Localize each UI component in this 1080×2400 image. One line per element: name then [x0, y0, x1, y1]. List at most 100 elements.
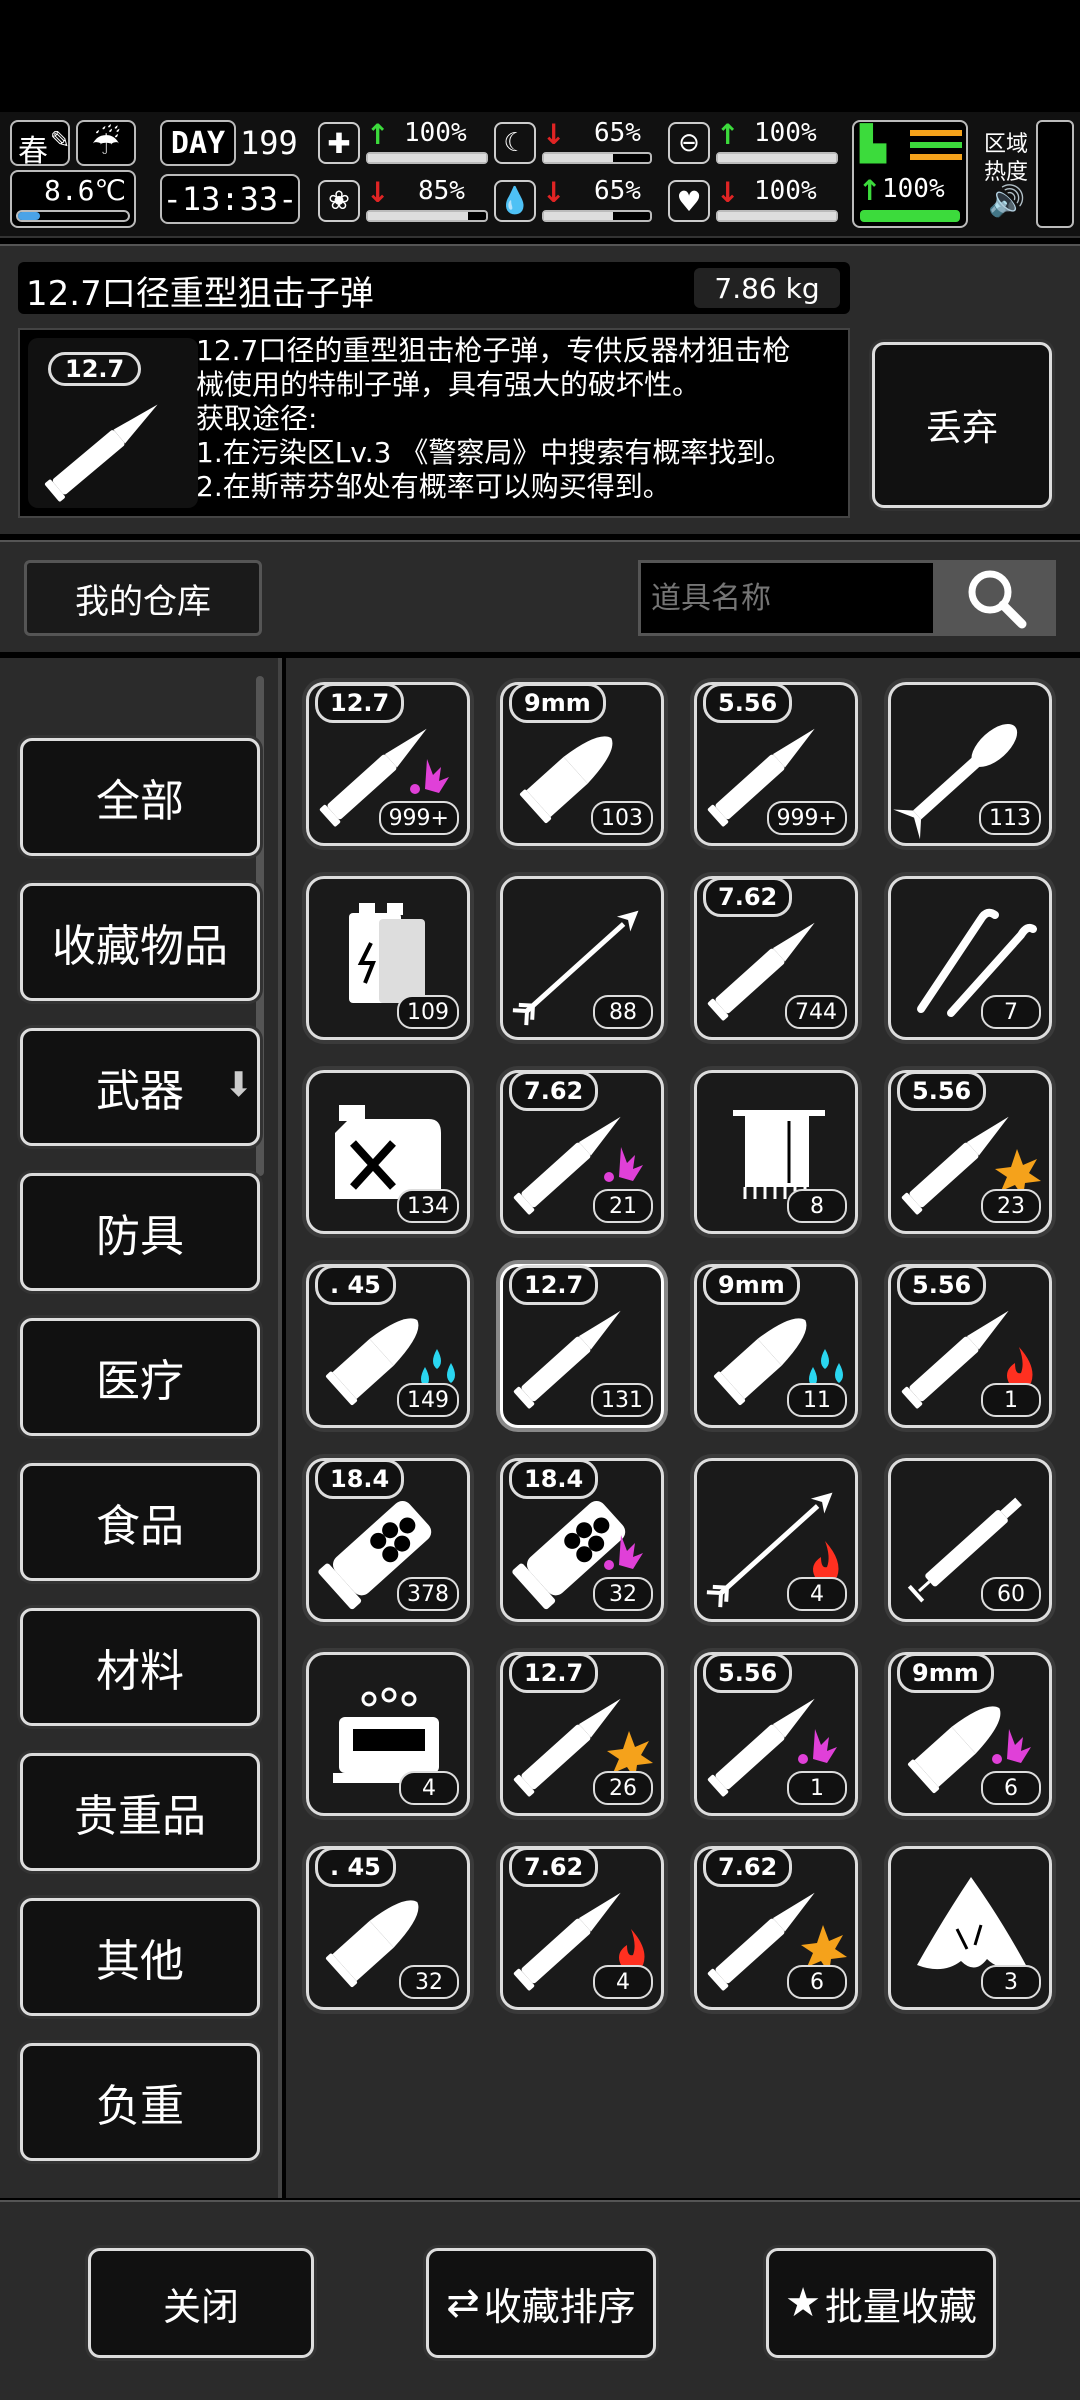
caliber-badge: 7.62	[703, 877, 793, 917]
caliber-badge: 7.62	[703, 1847, 793, 1887]
inventory-slot[interactable]: 4	[694, 1458, 858, 1622]
water-drop-icon: 💧	[494, 180, 536, 222]
category-button[interactable]: 防具	[20, 1173, 260, 1291]
inventory-slot[interactable]: 134	[306, 1070, 470, 1234]
description-line: 1.在污染区Lv.3 《警察局》中搜索有概率找到。	[196, 436, 793, 469]
category-label: 材料	[96, 1646, 184, 1697]
clock-box: -13:33-	[160, 174, 300, 224]
inventory-slot[interactable]: 113	[888, 682, 1052, 846]
inventory-slot[interactable]: 109	[306, 876, 470, 1040]
inventory-slot-selected[interactable]: 12.7 131	[500, 1264, 664, 1428]
inventory-slot[interactable]: 9mm 103	[500, 682, 664, 846]
inventory-slot[interactable]: 5.56 1	[694, 1652, 858, 1816]
item-count: 999+	[378, 801, 459, 835]
caliber-badge: . 45	[315, 1847, 396, 1887]
inventory-slot[interactable]: 18.4 378	[306, 1458, 470, 1622]
stat-bar	[716, 152, 838, 164]
inventory-slot[interactable]: 7	[888, 876, 1052, 1040]
caliber-badge: 12.7	[509, 1653, 599, 1693]
caliber-badge: 18.4	[315, 1459, 405, 1499]
batch-favorite-button[interactable]: ★ 批量收藏	[766, 2248, 996, 2358]
inventory-slot[interactable]: 7.62 4	[500, 1846, 664, 2010]
category-label: 食品	[96, 1501, 184, 1552]
search-input[interactable]	[638, 560, 936, 636]
item-count: 32	[399, 1965, 459, 1999]
category-button[interactable]: 负重	[20, 2043, 260, 2161]
weather-icon: ☔	[76, 120, 136, 166]
inventory-slot[interactable]: . 45 149	[306, 1264, 470, 1428]
stat-value: 100%	[404, 118, 467, 148]
inventory-slot[interactable]: 3	[888, 1846, 1052, 2010]
discard-button[interactable]: 丢弃	[872, 342, 1052, 508]
category-label: 收藏物品	[52, 921, 228, 972]
inventory-slot[interactable]: 12.7 26	[500, 1652, 664, 1816]
stat-bar	[366, 152, 488, 164]
caliber-badge: 18.4	[509, 1459, 599, 1499]
inventory-slot[interactable]: 9mm 11	[694, 1264, 858, 1428]
inventory-slot[interactable]: 8	[694, 1070, 858, 1234]
favorite-sort-button[interactable]: ⇄ 收藏排序	[426, 2248, 656, 2358]
category-label: 防具	[96, 1211, 184, 1262]
description-line: 获取途径:	[196, 402, 318, 435]
swap-arrows-icon: ⇄	[446, 2280, 480, 2326]
inventory-slot[interactable]: 12.7 999+	[306, 682, 470, 846]
day-label-box: DAY	[160, 120, 236, 166]
item-count: 8	[787, 1189, 847, 1223]
search-button[interactable]	[936, 560, 1056, 636]
item-count: 26	[593, 1771, 653, 1805]
category-label: 医疗	[96, 1356, 184, 1407]
stat-bar	[542, 210, 652, 222]
category-label: 全部	[96, 776, 184, 827]
item-count: 149	[397, 1383, 459, 1417]
category-button[interactable]: 武器 ⬇	[20, 1028, 260, 1146]
caliber-badge: 5.56	[703, 683, 793, 723]
temperature-bar	[16, 210, 130, 222]
inventory-slot[interactable]: 60	[888, 1458, 1052, 1622]
inventory-slot[interactable]: 18.4 32	[500, 1458, 664, 1622]
category-button[interactable]: 其他	[20, 1898, 260, 2016]
item-count: 1	[787, 1771, 847, 1805]
inventory-slot[interactable]: 5.56 1	[888, 1264, 1052, 1428]
caliber-badge: 9mm	[509, 683, 606, 723]
category-button[interactable]: 全部	[20, 738, 260, 856]
inventory-slot[interactable]: 7.62 744	[694, 876, 858, 1040]
category-button[interactable]: 收藏物品	[20, 883, 260, 1001]
trend-up-icon: ↑	[858, 174, 882, 207]
item-description-box: 12.7 12.7口径的重型狙击枪子弹，专供反器材狙击枪 械使用的特制子弹，具有…	[18, 328, 850, 518]
item-count: 109	[397, 995, 459, 1029]
inventory-slot[interactable]: 7.62 6	[694, 1846, 858, 2010]
status-hud: 春 ✎ ☔ 8.6℃ DAY 199 -13:33- ✚ ↑ 100% ☾ ↓ …	[0, 112, 1080, 238]
item-count: 4	[787, 1577, 847, 1611]
item-count: 134	[397, 1189, 459, 1223]
stat-value: 85%	[418, 176, 465, 206]
item-count: 1	[981, 1383, 1041, 1417]
category-button[interactable]: 医疗	[20, 1318, 260, 1436]
inventory-slot[interactable]: 9mm 6	[888, 1652, 1052, 1816]
item-count: 6	[787, 1965, 847, 1999]
category-sidebar[interactable]: 全部收藏物品武器 ⬇ 防具医疗食品材料贵重品其他负重	[0, 658, 282, 2198]
category-button[interactable]: 食品	[20, 1463, 260, 1581]
inventory-slot[interactable]: 7.62 21	[500, 1070, 664, 1234]
inventory-slot[interactable]: 5.56 23	[888, 1070, 1052, 1234]
item-count: 4	[399, 1771, 459, 1805]
item-title-bar: 12.7口径重型狙击子弹 7.86 kg	[18, 262, 850, 314]
season-label: 春	[18, 134, 48, 169]
batch-favorite-label: 批量收藏	[824, 2284, 977, 2329]
item-count: 7	[981, 995, 1041, 1029]
inventory-slot[interactable]: 4	[306, 1652, 470, 1816]
item-count: 23	[981, 1189, 1041, 1223]
inventory-slot[interactable]: . 45 32	[306, 1846, 470, 2010]
caliber-badge: 12.7	[509, 1265, 599, 1305]
caliber-badge: 9mm	[703, 1265, 800, 1305]
heart-icon: ♥	[668, 180, 710, 222]
inventory-slot[interactable]: 88	[500, 876, 664, 1040]
category-button[interactable]: 贵重品	[20, 1753, 260, 1871]
temperature: 8.6℃	[43, 174, 126, 207]
category-button[interactable]: 材料	[20, 1608, 260, 1726]
item-count: 60	[981, 1577, 1041, 1611]
trend-down-icon: ↓	[716, 176, 740, 209]
inventory-slot[interactable]: 5.56 999+	[694, 682, 858, 846]
speaker-icon[interactable]: 🔊	[988, 184, 1025, 219]
close-button[interactable]: 关闭	[88, 2248, 314, 2358]
item-count: 11	[787, 1383, 847, 1417]
